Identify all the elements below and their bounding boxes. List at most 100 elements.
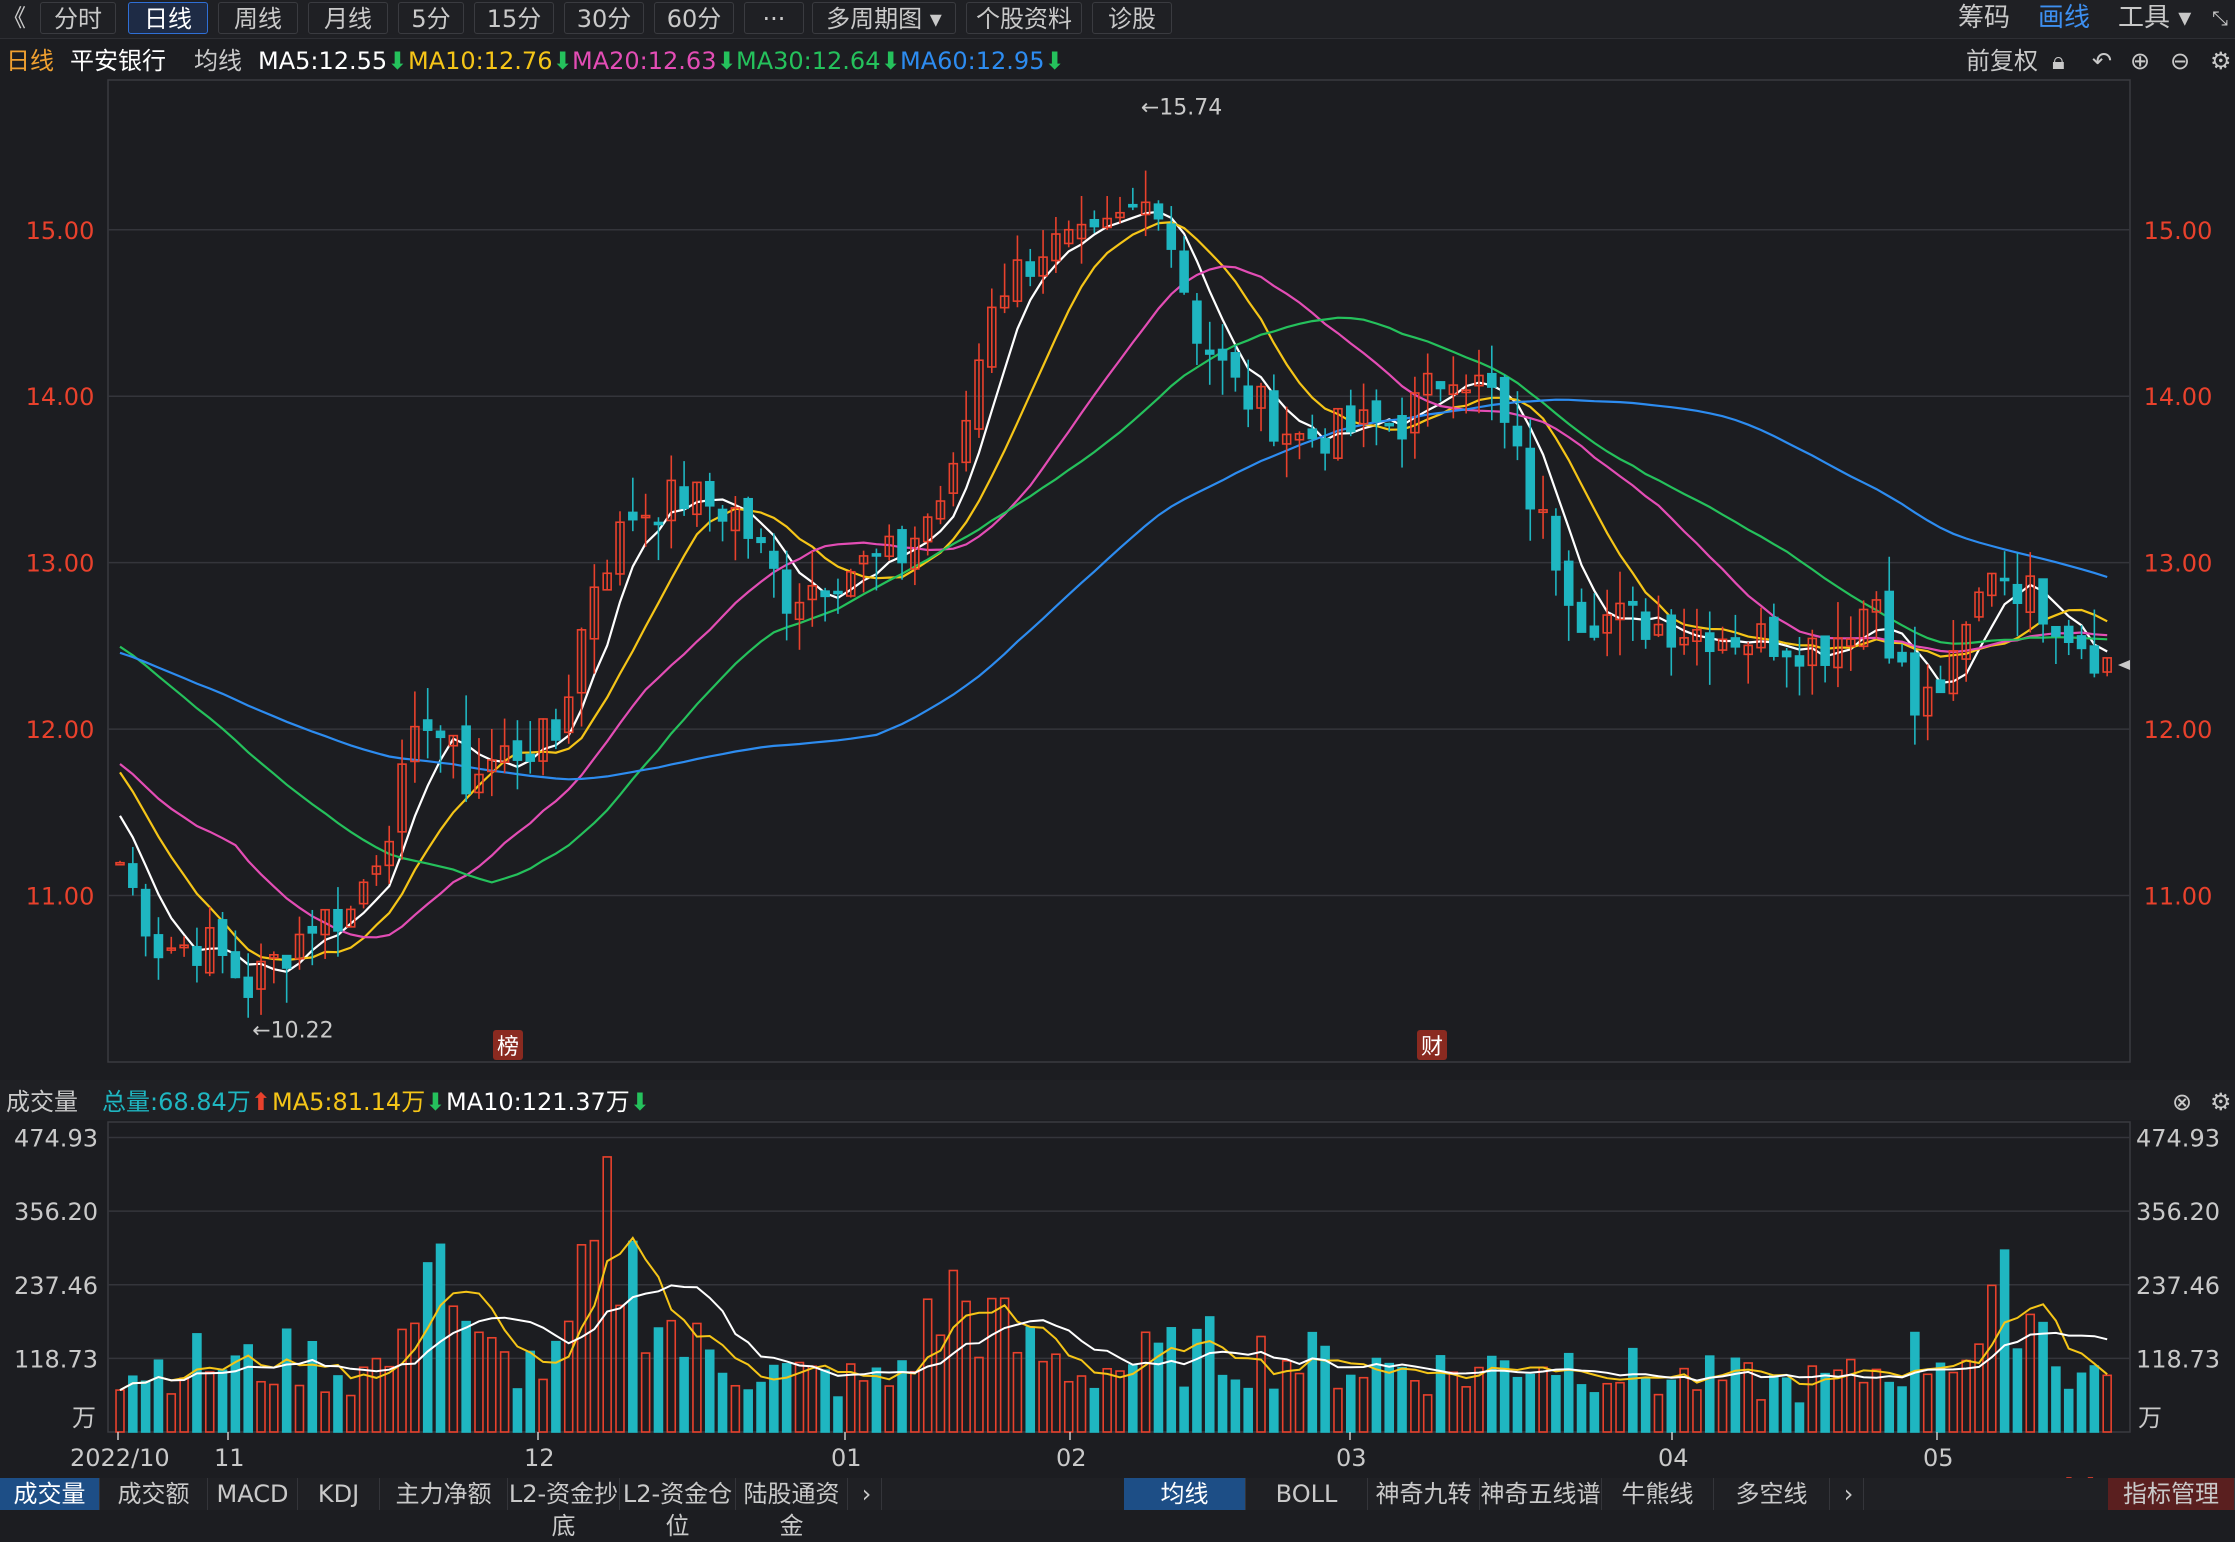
price-axis-left-label: 12.00 [26, 716, 95, 744]
candle [217, 919, 228, 956]
volume-bar [1845, 1358, 1856, 1433]
indicator-tab-left-4[interactable]: 主力净额 [380, 1478, 508, 1510]
volume-bar [1640, 1378, 1651, 1433]
volume-bar [615, 1304, 625, 1433]
volume-bar [781, 1363, 792, 1433]
candle [192, 945, 202, 966]
candle [115, 861, 125, 866]
date-label: 12 [524, 1444, 555, 1472]
volume-bar [1858, 1381, 1869, 1433]
volume-bar [871, 1367, 882, 1433]
candle [1230, 352, 1241, 378]
volume-bar [1333, 1387, 1343, 1433]
kline-chart[interactable]: 15.00 15.00 14.00 14.00 13.00 13.00 12.00 12.00… [0, 0, 2235, 1478]
candle [2038, 578, 2048, 625]
volume-bar [1897, 1386, 1907, 1433]
volume-bar [1781, 1377, 1792, 1433]
volume-bar [1115, 1370, 1125, 1433]
candle [897, 529, 907, 564]
volume-bar [192, 1333, 202, 1433]
volume-title[interactable]: 成交量 [6, 1085, 78, 1119]
volume-bar [345, 1394, 356, 1433]
candle [243, 976, 253, 998]
indicator-tab-left-6[interactable]: L2-资金仓位 [620, 1478, 736, 1540]
candle [1551, 515, 1561, 571]
candle [230, 951, 241, 979]
price-axis-left-label: 14.00 [26, 383, 95, 411]
overlay-tab-4[interactable]: 牛熊线 [1602, 1478, 1714, 1510]
overlay-tab-0[interactable]: 均线 [1124, 1478, 1246, 1510]
volume-bar [884, 1385, 895, 1433]
volume-bar [448, 1305, 459, 1433]
candle [2076, 635, 2087, 650]
candle [1487, 372, 1497, 388]
candle [1884, 590, 1895, 659]
candle [1910, 652, 1920, 716]
volume-bar [679, 1356, 689, 1433]
volume-bar [1461, 1386, 1471, 1433]
volume-bar [910, 1370, 920, 1433]
overlay-tab-5[interactable]: 多空线 [1714, 1478, 1830, 1510]
volume-bar [1166, 1327, 1177, 1433]
volume-bar [1204, 1316, 1215, 1433]
candle [1999, 577, 2010, 582]
candle [1320, 437, 1330, 454]
overlay-next-icon[interactable]: › [1834, 1478, 1864, 1510]
indicator-tab-left-7[interactable]: 陆股通资金 [736, 1478, 848, 1540]
volume-axis-right-label: 118.73 [2136, 1345, 2220, 1373]
candle [1371, 400, 1382, 423]
close-icon[interactable]: ⊗ [2172, 1085, 2192, 1119]
overlay-tab-1[interactable]: BOLL [1246, 1478, 1368, 1510]
volume-bar [1935, 1362, 1946, 1433]
volume-bar [397, 1328, 407, 1433]
date-label: 04 [1658, 1444, 1689, 1472]
volume-ma10: MA10:121.37万⬇ [446, 1088, 650, 1116]
indicator-tab-left-3[interactable]: KDJ [298, 1478, 380, 1510]
volume-settings-icon[interactable]: ⚙ [2210, 1085, 2232, 1119]
price-axis-left-label: 11.00 [26, 883, 95, 911]
volume-bar [435, 1243, 446, 1433]
volume-info-bar: 成交量 总量:68.84万⬆ MA5:81.14万⬇ MA10:121.37万⬇… [0, 1085, 2235, 1119]
volume-bar [1576, 1384, 1587, 1433]
volume-bar [692, 1322, 702, 1433]
candle [1153, 203, 1164, 220]
indicator-manage-button[interactable]: 指标管理 [2108, 1478, 2235, 1510]
volume-bar [1358, 1376, 1369, 1433]
volume-axis-left-label: 237.46 [14, 1272, 98, 1300]
overlay-tab-2[interactable]: 神奇九转 [1368, 1478, 1480, 1510]
volume-bar [371, 1357, 382, 1433]
volume-bar [1884, 1381, 1895, 1433]
candle [1512, 425, 1523, 447]
volume-bar [166, 1393, 177, 1433]
indicator-tab-left-1[interactable]: 成交额 [100, 1478, 208, 1510]
volume-bar [1012, 1351, 1023, 1433]
volume-bar [1422, 1394, 1433, 1433]
volume-bar [2025, 1313, 2036, 1433]
candle [679, 486, 689, 510]
candle [153, 934, 164, 959]
overlay-tab-3[interactable]: 神奇五线谱 [1480, 1478, 1602, 1510]
indicator-tab-left-2[interactable]: MACD [208, 1478, 298, 1510]
volume-axis-left-label: 474.93 [14, 1125, 98, 1153]
indicator-tab-left-5[interactable]: L2-资金抄底 [508, 1478, 620, 1540]
volume-bar [1512, 1376, 1523, 1433]
ma10-line [119, 221, 2108, 962]
tabs-next-icon[interactable]: › [852, 1478, 882, 1510]
volume-bar [1666, 1379, 1677, 1433]
candle [1269, 390, 1279, 442]
volume-unit-right: 万 [2138, 1404, 2162, 1432]
volume-bar [281, 1328, 292, 1433]
candle [1576, 601, 1587, 633]
volume-bar [1474, 1366, 1484, 1433]
price-axis-left-label: 15.00 [26, 217, 95, 245]
indicator-tab-left-0[interactable]: 成交量 [0, 1478, 100, 1510]
volume-axis-right-label: 237.46 [2136, 1272, 2220, 1300]
volume-bar [717, 1372, 728, 1433]
candle [2012, 583, 2023, 604]
current-price-marker [2118, 660, 2130, 670]
volume-axis-left-label: 356.20 [14, 1198, 98, 1226]
volume-bar [1102, 1367, 1112, 1433]
volume-bar [487, 1336, 497, 1433]
candle [1204, 349, 1215, 355]
candle [1499, 376, 1510, 423]
